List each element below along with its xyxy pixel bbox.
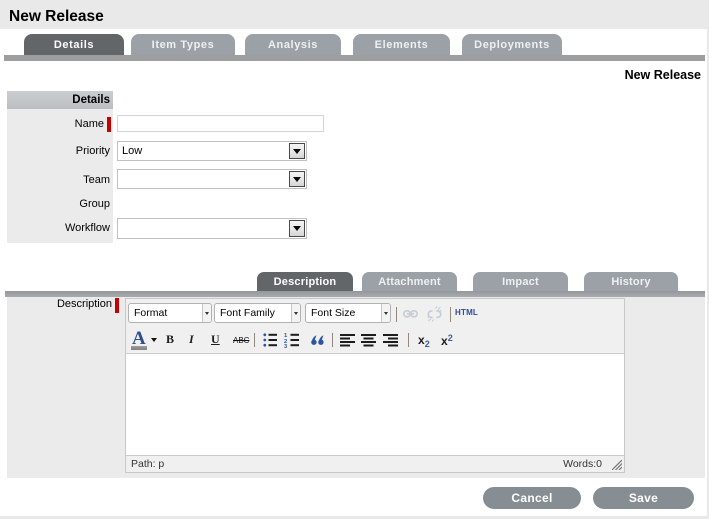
svg-text:3: 3 bbox=[284, 344, 288, 349]
